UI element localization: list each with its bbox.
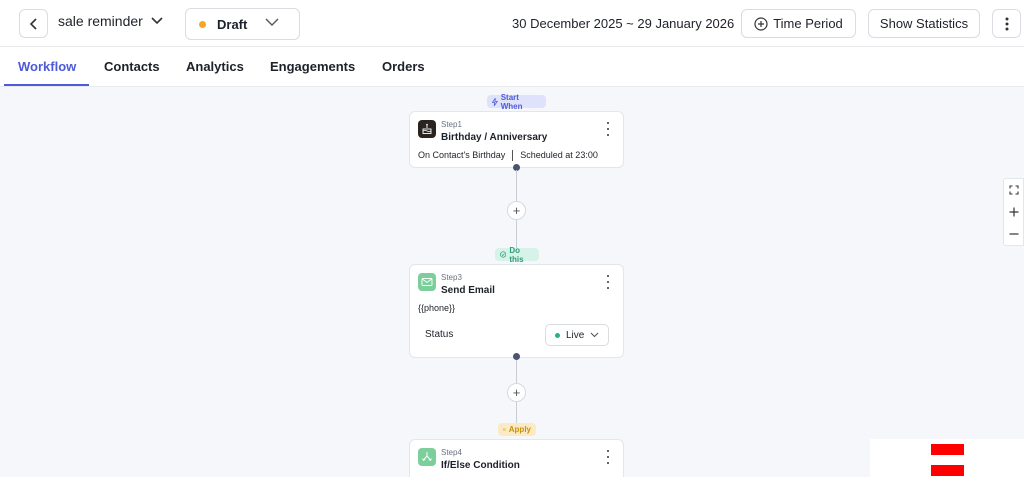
red-bar [931,465,964,476]
mail-icon [418,273,436,291]
active-tab-indicator [4,84,89,86]
add-step-button[interactable]: + [507,201,526,220]
check-circle-icon [500,251,507,258]
do-this-label: Do this [509,245,524,264]
zoom-out-icon[interactable] [1009,227,1019,241]
chevron-down-icon [151,17,163,25]
divider [512,150,514,162]
step4-card[interactable]: Step4 If/Else Condition [409,439,624,477]
tab-orders[interactable]: Orders [382,59,425,74]
plus-circle-icon [754,16,768,31]
step3-menu-button[interactable] [605,275,611,289]
live-dot [555,332,560,338]
step3-title: Send Email [441,285,495,296]
check-circle-icon [503,428,506,431]
cake-icon [418,120,436,138]
step3-card[interactable]: Step3 Send Email {{phone}} Status Live [409,264,624,358]
more-options-button[interactable] [992,9,1021,38]
step4-label: Step4 [441,448,462,457]
status-dropdown[interactable]: Draft [185,8,300,40]
step1-schedule: Scheduled at 23:00 [520,150,598,160]
tab-workflow[interactable]: Workflow [18,59,76,74]
step1-trigger: On Contact's Birthday [418,150,506,160]
step1-card[interactable]: Step1 Birthday / Anniversary On Contact'… [409,111,624,168]
step3-status-label: Status [425,329,454,340]
tab-bar: Workflow Contacts Analytics Engagements … [0,47,1024,87]
time-period-button[interactable]: Time Period [741,9,856,38]
plus-icon: + [512,203,521,218]
step3-label: Step3 [441,273,462,282]
workflow-title: sale reminder [58,13,143,29]
branch-icon [418,448,436,466]
start-when-pill: Start When [487,92,546,111]
chevron-left-icon [29,17,37,30]
connector-handle[interactable] [513,353,520,360]
show-statistics-button[interactable]: Show Statistics [868,9,980,38]
step3-body: {{phone}} [418,303,456,313]
chevron-down-icon [590,332,599,338]
step3-status-dropdown[interactable]: Live [545,324,609,346]
zoom-controls [1003,178,1024,246]
step4-title: If/Else Condition [441,460,520,471]
tab-contacts[interactable]: Contacts [104,59,160,74]
chevron-down-icon [265,18,279,26]
more-vertical-icon [1005,17,1008,30]
workflow-title-dropdown[interactable]: sale reminder [58,13,163,29]
step1-menu-button[interactable] [605,122,611,136]
status-dot [199,20,206,28]
do-this-pill: Do this [495,245,539,264]
back-button[interactable] [19,9,48,38]
bolt-icon [492,97,498,106]
step3-status-value: Live [566,329,585,341]
step4-menu-button[interactable] [605,450,611,464]
apply-pill: Apply [498,423,536,436]
apply-label: Apply [508,425,531,434]
red-bar [931,444,964,455]
zoom-in-icon[interactable] [1009,205,1019,219]
tab-engagements[interactable]: Engagements [270,59,355,74]
start-when-label: Start When [500,92,523,111]
top-bar: sale reminder Draft 30 December 2025 ~ 2… [0,0,1024,47]
status-value: Draft [217,16,248,32]
tab-analytics[interactable]: Analytics [186,59,244,74]
step1-label: Step1 [441,120,462,129]
date-range: 30 December 2025 ~ 29 January 2026 [512,16,735,31]
fullscreen-icon[interactable] [1008,183,1019,197]
plus-icon: + [512,385,521,400]
show-statistics-label: Show Statistics [879,16,969,31]
add-step-button[interactable]: + [507,383,526,402]
time-period-label: Time Period [773,16,843,31]
step1-title: Birthday / Anniversary [441,132,548,143]
step1-details: On Contact's Birthday Scheduled at 23:00 [418,150,598,162]
